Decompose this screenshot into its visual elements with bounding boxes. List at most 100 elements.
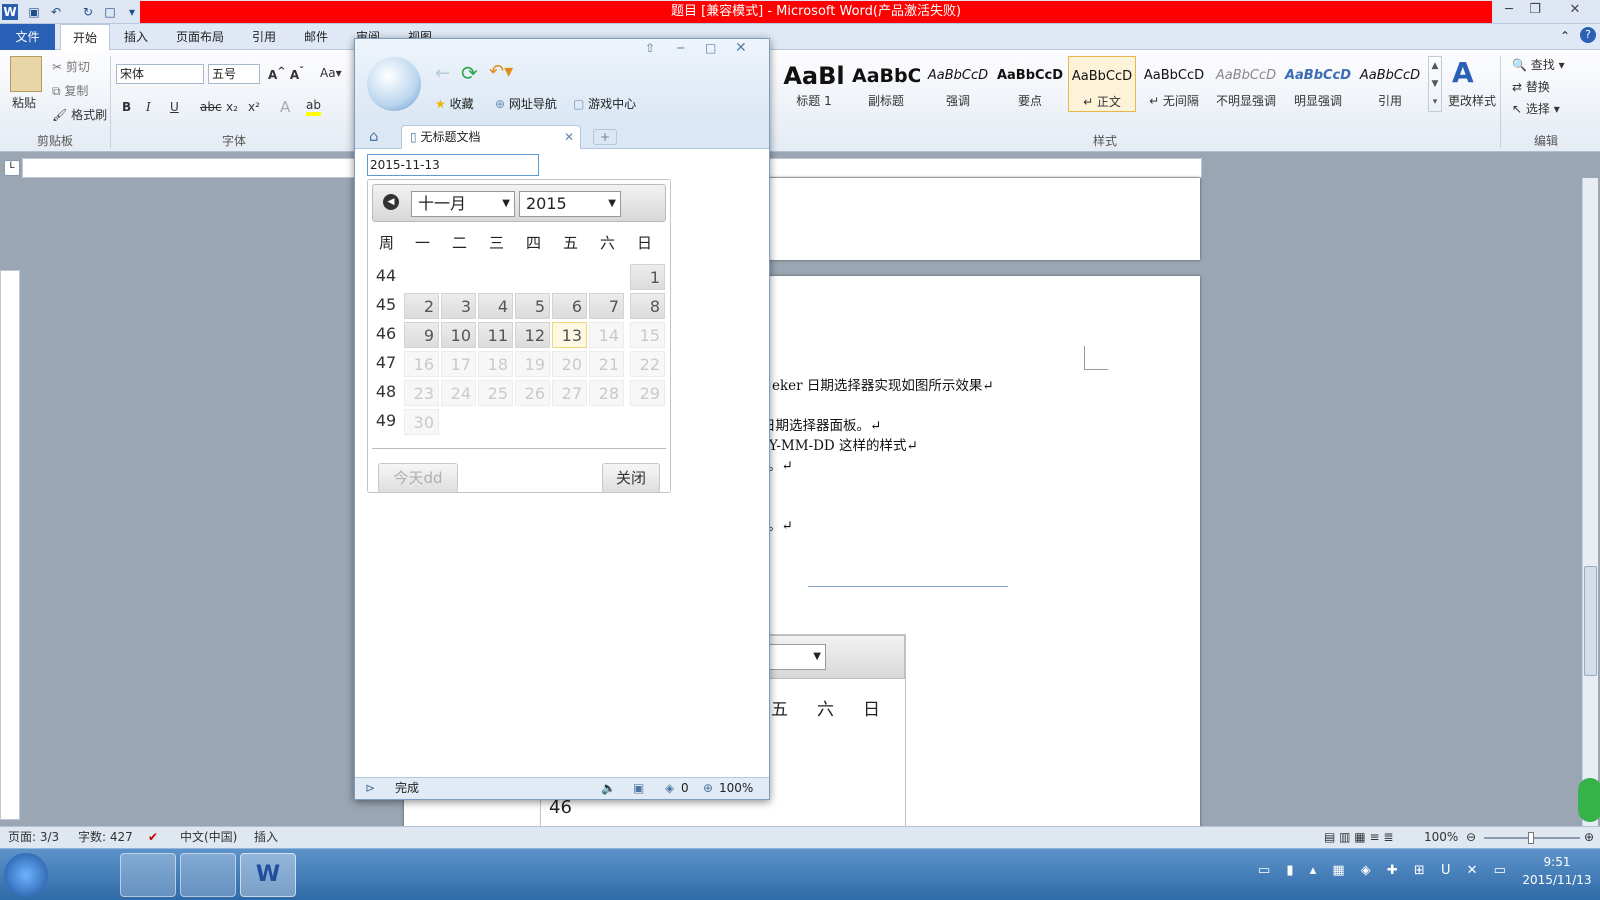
vertical-scrollbar[interactable] (1582, 178, 1598, 826)
tray-icons[interactable]: ▭ ▮ ▴ ▦ ◈ ✚ ⊞ U ✕ ▭ (1258, 863, 1512, 878)
home-icon[interactable]: ⌂ (369, 127, 379, 145)
insert-mode[interactable]: 插入 (254, 827, 278, 848)
change-styles-icon[interactable]: A (1452, 56, 1474, 89)
zoom-in-icon[interactable]: ⊕ (1584, 827, 1594, 848)
proofing-icon[interactable]: ✔ (148, 827, 158, 848)
style-intense-emphasis[interactable]: AaBbCcD 明显强调 (1284, 56, 1352, 112)
browser-zoom[interactable]: 100% (719, 778, 753, 799)
taskbar-explorer-icon[interactable] (180, 853, 236, 897)
bold-button[interactable]: B (122, 100, 131, 114)
vertical-ruler[interactable] (0, 270, 20, 820)
zoom-slider-thumb[interactable] (1528, 832, 1534, 844)
tab-mailings[interactable]: 邮件 (292, 24, 340, 50)
volume-icon[interactable]: 🔈 (601, 778, 616, 799)
day-cell[interactable]: 9 (404, 322, 439, 348)
nav-link[interactable]: ⊕ 网址导航 (495, 95, 557, 112)
grow-font-icon[interactable]: A^ Aˇ (268, 66, 304, 82)
day-cell[interactable]: 8 (630, 293, 665, 319)
tab-selector[interactable]: L (4, 160, 20, 176)
paste-icon[interactable] (10, 56, 42, 92)
taskbar-sogou-icon[interactable] (120, 853, 176, 897)
style-quote[interactable]: AaBbCcD 引用 (1356, 56, 1424, 112)
start-button[interactable] (4, 853, 48, 897)
day-cell[interactable]: 3 (441, 293, 476, 319)
tab-references[interactable]: 引用 (240, 24, 288, 50)
games-link[interactable]: ▢ 游戏中心 (573, 95, 636, 112)
day-cell[interactable]: 5 (515, 293, 550, 319)
font-size-combo[interactable]: 五号 (208, 64, 260, 84)
day-cell[interactable]: 11 (478, 322, 513, 348)
redo-icon[interactable]: ↻ (80, 4, 96, 20)
pin-icon[interactable]: ⇧ (645, 41, 655, 55)
day-cell[interactable]: 7 (589, 293, 624, 319)
superscript-icon[interactable]: x² (248, 100, 260, 114)
text-effects-icon[interactable]: A (280, 98, 290, 116)
zoom-icon[interactable]: ⊕ (703, 778, 713, 799)
taskbar-word-icon[interactable]: W (240, 853, 296, 897)
close-icon[interactable]: ✕ (1552, 1, 1598, 19)
zoom-out-icon[interactable]: ⊖ (1466, 827, 1476, 848)
browser-close-icon[interactable]: ✕ (735, 40, 747, 56)
adblock-icon[interactable]: ◈ (665, 778, 674, 799)
browser-maximize-icon[interactable]: □ (705, 41, 716, 55)
day-cell[interactable]: 10 (441, 322, 476, 348)
favorites-link[interactable]: ★ 收藏 (435, 95, 474, 112)
replace-button[interactable]: ⇄ 替换 (1512, 78, 1550, 95)
month-select[interactable]: 十一月 ▼ (411, 191, 515, 217)
tab-home[interactable]: 开始 (60, 24, 111, 50)
zoom-slider[interactable] (1484, 832, 1580, 844)
back-icon[interactable]: ← (435, 63, 450, 84)
page-count[interactable]: 页面: 3/3 (8, 827, 59, 848)
taskbar-browser-icon[interactable] (60, 853, 116, 897)
sogou-logo-icon[interactable] (367, 57, 421, 111)
help-icon[interactable]: ? (1580, 27, 1596, 43)
date-input[interactable]: 2015-11-13 (367, 154, 539, 176)
word-count[interactable]: 字数: 427 (78, 827, 133, 848)
style-strong[interactable]: AaBbCcD 要点 (996, 56, 1064, 112)
style-normal[interactable]: AaBbCcD ↵ 正文 (1068, 56, 1136, 112)
new-doc-icon[interactable]: □ (102, 4, 118, 20)
style-subtitle[interactable]: AaBbC 副标题 (852, 56, 920, 112)
style-no-spacing[interactable]: AaBbCcD ↵ 无间隔 (1140, 56, 1208, 112)
subscript-icon[interactable]: x₂ (226, 100, 238, 114)
undo-close-icon[interactable]: ↶▾ (489, 61, 513, 82)
customize-toolbar-icon[interactable]: ▾ (124, 4, 140, 20)
select-button[interactable]: ↖ 选择 ▾ (1512, 100, 1560, 117)
style-heading1[interactable]: AaBl 标题 1 (780, 56, 848, 112)
clock[interactable]: 9:51 2015/11/13 (1520, 853, 1594, 889)
today-button[interactable]: 今天dd (378, 463, 458, 493)
paste-button[interactable]: 粘贴 (12, 94, 36, 111)
cut-button[interactable]: ✂ 剪切 (52, 58, 90, 75)
day-cell[interactable]: 4 (478, 293, 513, 319)
tab-insert[interactable]: 插入 (112, 24, 160, 50)
minimize-icon[interactable]: ─ (1496, 1, 1522, 19)
prev-month-icon[interactable]: ◀ (383, 194, 399, 210)
style-emphasis[interactable]: AaBbCcD 强调 (924, 56, 992, 112)
browser-minimize-icon[interactable]: ─ (677, 41, 684, 55)
browser-tab[interactable]: ▯ 无标题文档 ✕ (401, 125, 581, 149)
italic-button[interactable]: I (146, 100, 151, 114)
copy-button[interactable]: ⧉ 复制 (52, 82, 88, 99)
day-cell[interactable]: 12 (515, 322, 550, 348)
refresh-icon[interactable]: ⟳ (461, 61, 478, 85)
day-cell[interactable]: 1 (630, 264, 665, 290)
strikethrough-icon[interactable]: abc (200, 100, 222, 114)
floating-widget-icon[interactable] (1578, 778, 1600, 822)
style-subtle-emphasis[interactable]: AaBbCcD 不明显强调 (1212, 56, 1280, 112)
day-cell[interactable]: 2 (404, 293, 439, 319)
find-button[interactable]: 🔍 查找 ▾ (1512, 56, 1565, 73)
year-select[interactable]: 2015 ▼ (519, 191, 621, 217)
close-button[interactable]: 关闭 (602, 463, 660, 493)
highlight-icon[interactable]: ab (306, 98, 321, 116)
collapse-ribbon-icon[interactable]: ⌃ (1560, 29, 1570, 43)
zoom-level[interactable]: 100% (1424, 827, 1458, 848)
tab-close-icon[interactable]: ✕ (564, 126, 574, 148)
styles-scroll[interactable]: ▲ ▼ ▾ (1428, 56, 1442, 112)
format-painter-button[interactable]: 🖌 格式刷 (52, 106, 107, 123)
tab-file[interactable]: 文件 (0, 24, 55, 50)
tab-layout[interactable]: 页面布局 (164, 24, 236, 50)
language[interactable]: 中文(中国) (180, 827, 237, 848)
change-styles-button[interactable]: 更改样式 (1448, 92, 1496, 109)
new-tab-button[interactable]: + (593, 129, 617, 145)
view-buttons-icon[interactable]: ▤ ▥ ▦ ≡ ≣ (1324, 827, 1393, 848)
